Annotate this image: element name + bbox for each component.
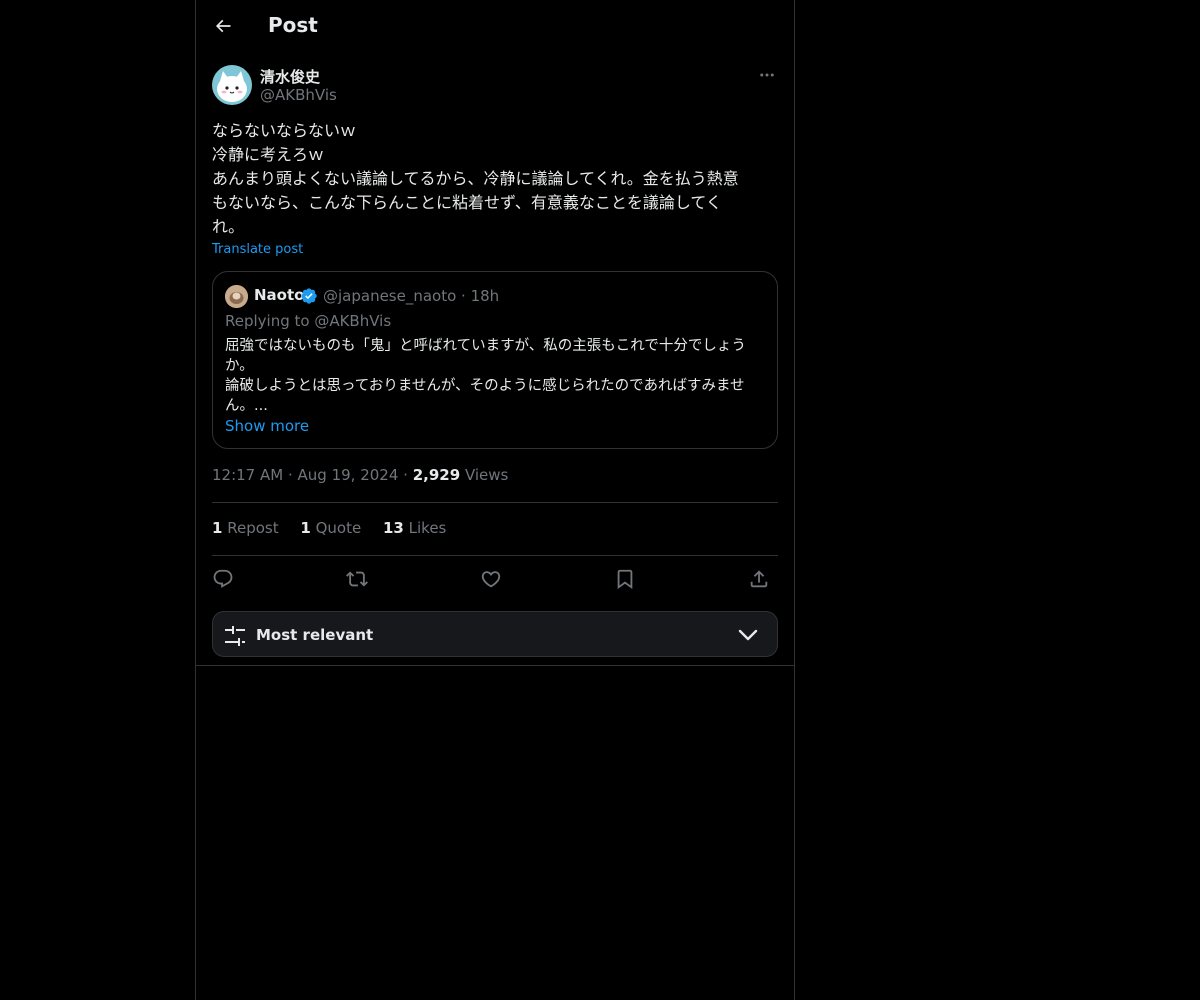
divider [196, 665, 794, 666]
likes-stat[interactable]: 13 Likes [383, 519, 446, 537]
post-text-line: ならないならないｗ [212, 121, 357, 140]
views-count: 2,929 [412, 466, 461, 484]
quoted-text-line: 屈強ではないものも「鬼」と呼ばれていますが、私の主張もこれで十分でしょう [225, 338, 746, 354]
quoted-text: 屈強ではないものも「鬼」と呼ばれていますが、私の主張もこれで十分でしょう か。 … [225, 336, 770, 416]
filter-sliders-icon [225, 626, 245, 646]
post-text-line: もないなら、こんな下らんことに粘着せず、有意義なことを議論してく [212, 193, 722, 212]
quoted-handle-time: @japanese_naoto · 18h [323, 287, 500, 305]
divider [212, 502, 778, 503]
share-icon [750, 570, 768, 588]
bookmark-icon [617, 569, 633, 590]
post-text: ならないならないｗ 冷静に考えろｗ あんまり頭よくない議論してるから、冷静に議論… [212, 119, 778, 239]
repost-button[interactable] [344, 566, 370, 592]
post-text-line: れ。 [212, 217, 245, 236]
author-display-name[interactable]: 清水俊史 [260, 66, 320, 87]
translate-post-link[interactable]: Translate post [212, 242, 303, 257]
quoted-avatar [225, 285, 248, 308]
views-label: Views [464, 466, 509, 484]
quoted-post[interactable]: Naoto @japanese_naoto · 18h Replying to … [212, 271, 778, 449]
arrow-left-icon [215, 19, 231, 33]
post-text-line: 冷静に考えろｗ [212, 145, 325, 164]
post-actions [212, 566, 778, 592]
post-date[interactable]: Aug 19, 2024 [298, 466, 399, 484]
reposts-label: Repost [227, 519, 279, 537]
post-author: 清水俊史 @AKBhVis [212, 64, 778, 108]
author-handle[interactable]: @AKBhVis [260, 86, 337, 104]
page-header: Post [196, 0, 794, 53]
avatar[interactable] [212, 65, 252, 105]
post-text-line: あんまり頭よくない議論してるから、冷静に議論してくれ。金を払う熱意 [212, 169, 739, 188]
post-column: Post 清水俊史 @AKBhVis ならないならないｗ 冷静に考えろｗ あんま… [195, 0, 795, 1000]
post-metadata: 12:17 AM · Aug 19, 2024 · 2,929 Views [212, 466, 508, 484]
likes-label: Likes [408, 519, 447, 537]
quotes-stat[interactable]: 1 Quote [300, 519, 361, 537]
bookmark-button[interactable] [612, 566, 638, 592]
page-title: Post [268, 13, 318, 37]
meta-separator: · [287, 466, 298, 484]
like-button[interactable] [478, 566, 504, 592]
quotes-count: 1 [300, 519, 311, 537]
reply-icon [213, 569, 233, 588]
show-more-link[interactable]: Show more [225, 417, 309, 435]
post-stats: 1 Repost 1 Quote 13 Likes [212, 519, 463, 537]
quoted-display-name: Naoto [254, 286, 305, 304]
quoted-text-line: ん。... [225, 398, 268, 414]
quoted-text-line: か。 [225, 358, 254, 374]
quotes-label: Quote [315, 519, 362, 537]
sort-label: Most relevant [256, 626, 374, 644]
meta-separator: · [403, 466, 413, 484]
replies-sort-dropdown[interactable]: Most relevant [212, 611, 778, 657]
likes-count: 13 [382, 519, 404, 537]
share-button[interactable] [746, 566, 772, 592]
like-icon [481, 571, 501, 588]
back-button[interactable] [208, 11, 238, 41]
chevron-down-icon [738, 629, 758, 641]
reply-button[interactable] [210, 566, 236, 592]
verified-badge-icon [301, 288, 317, 304]
more-horizontal-icon [760, 73, 774, 77]
post-time[interactable]: 12:17 AM [212, 466, 283, 484]
reposts-stat[interactable]: 1 Repost [212, 519, 279, 537]
reposts-count: 1 [212, 519, 223, 537]
repost-icon [346, 571, 368, 587]
quoted-text-line: 論破しようとは思っておりませんが、そのように感じられたのであればすみませ [225, 378, 745, 394]
more-options-button[interactable] [756, 64, 778, 86]
divider [212, 555, 778, 556]
quoted-replying-to: Replying to @AKBhVis [225, 312, 392, 330]
